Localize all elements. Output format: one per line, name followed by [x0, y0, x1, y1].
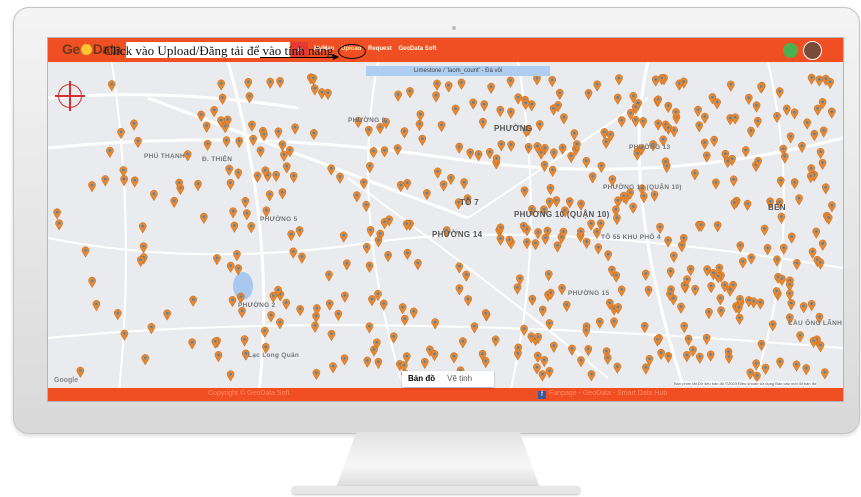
map-label: CẦU ÔNG LÃNH — [788, 320, 843, 327]
annotation-arrow — [260, 54, 339, 60]
chat-icon[interactable] — [783, 43, 798, 58]
footer-fanpage-label: Fanpage - GeoData - Smart Data Hub — [549, 390, 668, 397]
layer-name-bar: Limestone / 'laom_count' - Đá vôi — [366, 66, 550, 76]
map-label: PHƯỜNG 12 (QUẬN 10) — [603, 184, 682, 191]
footer-fanpage[interactable]: f Fanpage - GeoData - Smart Data Hub — [538, 390, 667, 399]
globe-icon — [80, 44, 92, 55]
map-label: PHƯỜNG 5 — [260, 216, 298, 223]
screen: PHƯỜNG PHƯỜNG 14 TÔ 7 PHƯỜNG 10 (QUẬN 10) TÔ… — [47, 37, 844, 402]
map-label: Đ. THIỆN — [202, 156, 233, 163]
map-label: PHƯỜNG 15 — [568, 290, 610, 297]
map-label: PHƯỜNG 2 — [238, 302, 276, 309]
map-label: PHƯỜNG — [494, 124, 533, 133]
satellite-view-button[interactable]: Vệ tinh — [441, 371, 478, 387]
map-label: PHÚ THẠNH — [144, 153, 185, 160]
locate-crosshair-icon[interactable] — [55, 81, 85, 111]
facebook-icon: f — [538, 391, 546, 399]
map-label: PHƯỜNG 10 (QUẬN 10) — [514, 210, 610, 219]
map-attribution[interactable]: Bàn phím tắt Dữ liệu bản đồ ©2023 Điều k… — [674, 381, 817, 386]
footer-bar: Copyright © GeoData Soft f Fanpage - GeoD… — [48, 388, 843, 401]
menu-item-geodata-soft[interactable]: GeoData Soft — [398, 46, 436, 52]
annotation-highlight — [338, 44, 366, 59]
google-logo: Google — [54, 377, 79, 384]
map-label: TÔ 55 KHU PHỐ 4 — [601, 234, 661, 241]
monitor-stand — [336, 432, 540, 488]
monitor-base — [292, 486, 580, 494]
menu-item-request[interactable]: Request — [368, 46, 392, 52]
map-type-toggle: Bản đồ Vệ tinh — [402, 371, 494, 387]
map-label: TÔ 7 — [460, 198, 479, 207]
camera-dot — [452, 26, 456, 30]
map-label: PHƯỜNG 9 — [348, 117, 386, 124]
avatar[interactable] — [803, 41, 822, 60]
footer-copyright: Copyright © GeoData Soft — [208, 390, 290, 397]
map-label: BÉN — [768, 203, 786, 212]
logo-text: Ge — [62, 41, 80, 57]
map-label: PHƯỜNG 13 — [629, 144, 671, 151]
map-canvas[interactable] — [48, 38, 843, 401]
map-view-button[interactable]: Bản đồ — [402, 371, 441, 387]
map-label: PHƯỜNG 14 — [432, 230, 483, 239]
map-label: Lạc Long Quân — [248, 352, 300, 359]
